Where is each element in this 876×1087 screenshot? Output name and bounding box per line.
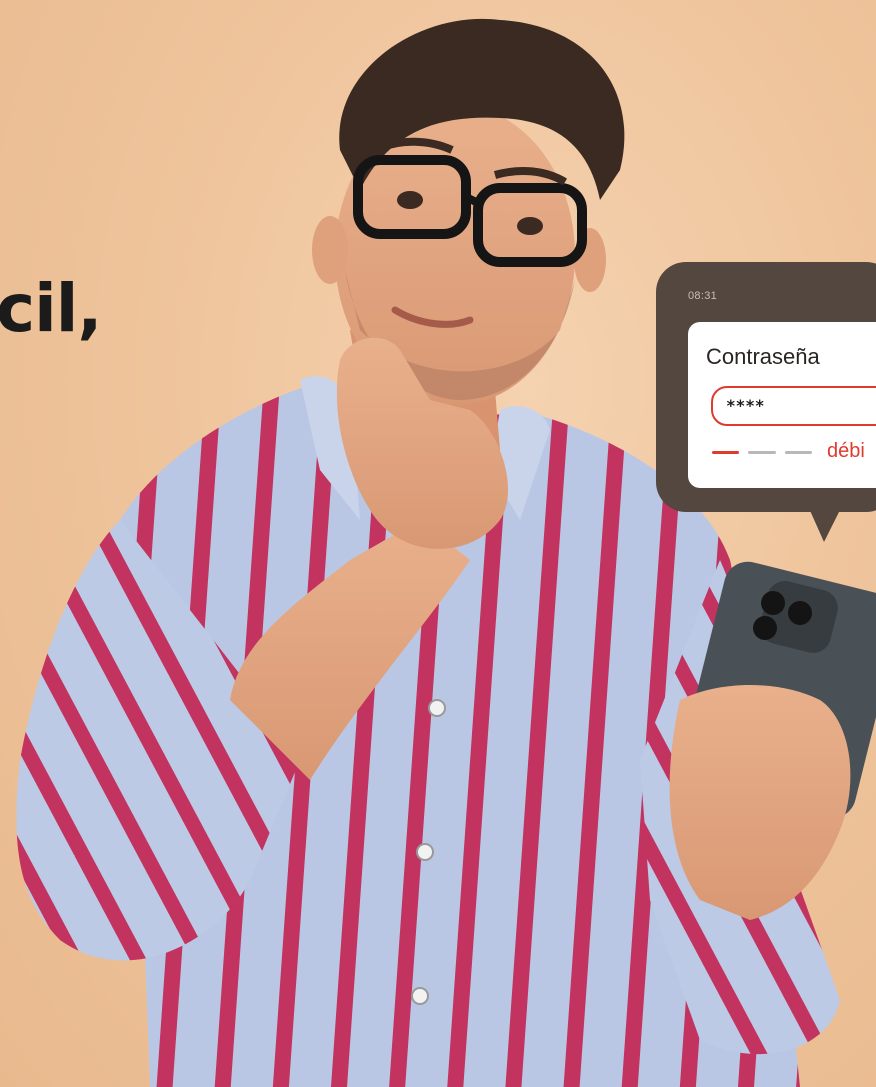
man-photo <box>16 18 876 1087</box>
notification-time: 08:31 <box>688 290 718 302</box>
strength-bar-3 <box>785 451 812 454</box>
bubble-tail <box>808 506 842 542</box>
password-field-label: Contraseña <box>706 344 820 369</box>
hand-holding-phone <box>669 685 851 920</box>
strength-bar-1 <box>712 451 739 454</box>
strength-bar-2 <box>748 451 776 454</box>
password-strength-label: débi <box>827 440 865 462</box>
password-input-value: **** <box>726 396 765 415</box>
headline-text-fragment: cil, <box>0 270 102 347</box>
